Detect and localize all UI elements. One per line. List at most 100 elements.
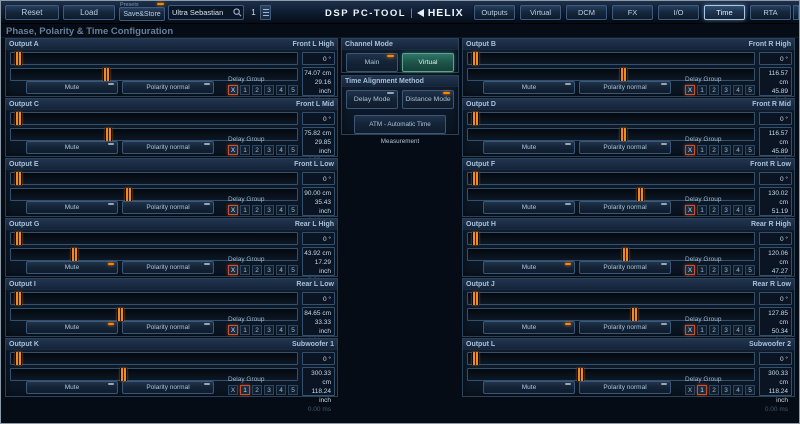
delay-group-button-1[interactable]: 1 xyxy=(240,205,250,215)
phase-slider[interactable] xyxy=(10,292,298,305)
delay-group-button-3[interactable]: 3 xyxy=(721,325,731,335)
delay-group-button-5[interactable]: 5 xyxy=(745,325,755,335)
delay-group-button-4[interactable]: 4 xyxy=(733,265,743,275)
delay-group-button-3[interactable]: 3 xyxy=(264,85,274,95)
delay-slider-handle[interactable] xyxy=(71,248,78,261)
nav-tab-io[interactable]: I/O xyxy=(658,5,699,20)
mute-button[interactable]: Mute xyxy=(26,261,118,274)
delay-group-button-x[interactable]: X xyxy=(228,85,238,95)
phase-slider-handle[interactable] xyxy=(15,232,22,245)
delay-group-button-5[interactable]: 5 xyxy=(745,205,755,215)
nav-tab-fx[interactable]: FX xyxy=(612,5,653,20)
document-icon[interactable] xyxy=(260,5,271,20)
phase-slider[interactable] xyxy=(10,172,298,185)
toolbar-edge-button[interactable] xyxy=(793,5,799,20)
delay-group-button-5[interactable]: 5 xyxy=(288,325,298,335)
nav-tab-time[interactable]: Time xyxy=(704,5,745,20)
delay-group-button-1[interactable]: 1 xyxy=(240,85,250,95)
mute-button[interactable]: Mute xyxy=(483,321,575,334)
delay-group-button-x[interactable]: X xyxy=(228,205,238,215)
mute-button[interactable]: Mute xyxy=(483,81,575,94)
delay-group-button-3[interactable]: 3 xyxy=(264,145,274,155)
delay-group-button-4[interactable]: 4 xyxy=(733,385,743,395)
delay-group-button-1[interactable]: 1 xyxy=(240,325,250,335)
delay-group-button-2[interactable]: 2 xyxy=(709,385,719,395)
delay-group-button-5[interactable]: 5 xyxy=(745,385,755,395)
mute-button[interactable]: Mute xyxy=(26,321,118,334)
delay-group-button-1[interactable]: 1 xyxy=(697,145,707,155)
delay-group-button-1[interactable]: 1 xyxy=(240,385,250,395)
delay-group-button-5[interactable]: 5 xyxy=(745,265,755,275)
phase-slider-handle[interactable] xyxy=(472,352,479,365)
delay-group-button-1[interactable]: 1 xyxy=(697,205,707,215)
delay-group-button-5[interactable]: 5 xyxy=(745,85,755,95)
delay-group-button-3[interactable]: 3 xyxy=(721,265,731,275)
nav-tab-outputs[interactable]: Outputs xyxy=(474,5,515,20)
delay-group-button-1[interactable]: 1 xyxy=(697,385,707,395)
delay-group-button-4[interactable]: 4 xyxy=(276,265,286,275)
polarity-button[interactable]: Polarity normal xyxy=(579,141,671,154)
mute-button[interactable]: Mute xyxy=(483,141,575,154)
phase-slider-handle[interactable] xyxy=(15,292,22,305)
load-button[interactable]: Load xyxy=(63,5,115,20)
delay-group-button-1[interactable]: 1 xyxy=(697,265,707,275)
nav-tab-dcm[interactable]: DCM xyxy=(566,5,607,20)
nav-tab-virtual[interactable]: Virtual xyxy=(520,5,561,20)
mute-button[interactable]: Mute xyxy=(483,201,575,214)
phase-slider[interactable] xyxy=(10,352,298,365)
mute-button[interactable]: Mute xyxy=(26,201,118,214)
delay-group-button-x[interactable]: X xyxy=(228,385,238,395)
delay-group-button-4[interactable]: 4 xyxy=(276,145,286,155)
delay-group-button-3[interactable]: 3 xyxy=(264,325,274,335)
mute-button[interactable]: Mute xyxy=(26,81,118,94)
channel-mode-virtual-button[interactable]: Virtual xyxy=(402,53,454,72)
delay-slider-handle[interactable] xyxy=(620,128,627,141)
phase-slider-handle[interactable] xyxy=(472,112,479,125)
channel-mode-main-button[interactable]: Main xyxy=(346,53,398,72)
delay-group-button-2[interactable]: 2 xyxy=(709,325,719,335)
delay-group-button-4[interactable]: 4 xyxy=(276,325,286,335)
delay-group-button-1[interactable]: 1 xyxy=(697,85,707,95)
delay-slider-handle[interactable] xyxy=(103,68,110,81)
delay-group-button-x[interactable]: X xyxy=(228,145,238,155)
delay-slider-handle[interactable] xyxy=(622,248,629,261)
delay-group-button-3[interactable]: 3 xyxy=(264,385,274,395)
delay-group-button-4[interactable]: 4 xyxy=(733,325,743,335)
search-icon[interactable] xyxy=(233,8,242,17)
delay-mode-button[interactable]: Delay Mode xyxy=(346,90,398,109)
delay-group-button-3[interactable]: 3 xyxy=(264,265,274,275)
polarity-button[interactable]: Polarity normal xyxy=(122,321,214,334)
delay-group-button-4[interactable]: 4 xyxy=(733,145,743,155)
delay-group-button-3[interactable]: 3 xyxy=(721,85,731,95)
polarity-button[interactable]: Polarity normal xyxy=(579,381,671,394)
phase-slider[interactable] xyxy=(467,112,755,125)
phase-slider-handle[interactable] xyxy=(15,112,22,125)
delay-group-button-3[interactable]: 3 xyxy=(721,145,731,155)
delay-group-button-2[interactable]: 2 xyxy=(252,85,262,95)
phase-slider[interactable] xyxy=(10,52,298,65)
polarity-button[interactable]: Polarity normal xyxy=(579,321,671,334)
phase-slider-handle[interactable] xyxy=(472,232,479,245)
delay-group-button-2[interactable]: 2 xyxy=(252,145,262,155)
delay-group-button-x[interactable]: X xyxy=(228,265,238,275)
delay-group-button-5[interactable]: 5 xyxy=(288,385,298,395)
polarity-button[interactable]: Polarity normal xyxy=(122,81,214,94)
delay-group-button-x[interactable]: X xyxy=(685,385,695,395)
delay-group-button-3[interactable]: 3 xyxy=(721,385,731,395)
polarity-button[interactable]: Polarity normal xyxy=(122,381,214,394)
phase-slider[interactable] xyxy=(467,232,755,245)
delay-slider-handle[interactable] xyxy=(125,188,132,201)
delay-group-button-x[interactable]: X xyxy=(685,85,695,95)
delay-slider-handle[interactable] xyxy=(120,368,127,381)
mute-button[interactable]: Mute xyxy=(26,381,118,394)
delay-slider-handle[interactable] xyxy=(637,188,644,201)
polarity-button[interactable]: Polarity normal xyxy=(579,261,671,274)
delay-slider-handle[interactable] xyxy=(117,308,124,321)
polarity-button[interactable]: Polarity normal xyxy=(122,141,214,154)
delay-group-button-2[interactable]: 2 xyxy=(709,265,719,275)
delay-group-button-x[interactable]: X xyxy=(685,145,695,155)
memory-slot-number[interactable]: 1 xyxy=(248,5,259,20)
delay-group-button-5[interactable]: 5 xyxy=(288,145,298,155)
delay-group-button-2[interactable]: 2 xyxy=(709,145,719,155)
delay-group-button-3[interactable]: 3 xyxy=(264,205,274,215)
